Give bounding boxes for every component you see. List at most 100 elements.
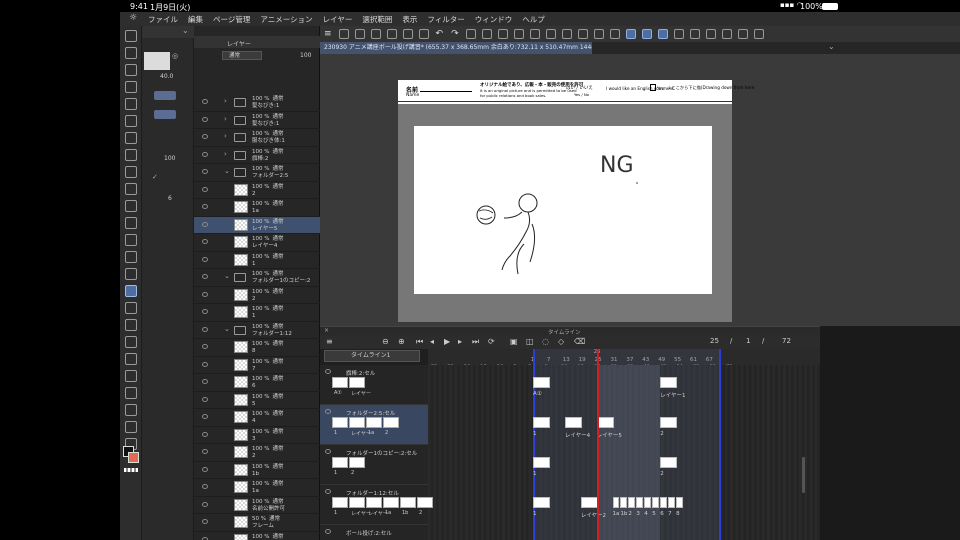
app-logo-icon[interactable]: ☼ [129, 13, 137, 23]
track-cel-thumbnail[interactable] [383, 417, 399, 428]
timeline-cel[interactable] [636, 497, 643, 508]
visibility-eye-icon[interactable] [202, 309, 208, 314]
timeline-cel[interactable] [564, 417, 582, 428]
ruler-icon[interactable] [561, 29, 572, 39]
visibility-eye-icon[interactable] [202, 414, 208, 419]
text-tool-icon[interactable] [124, 404, 137, 416]
pen-tab-icon[interactable] [124, 30, 137, 42]
layer-row[interactable]: 100 % 通常 3 [194, 427, 320, 444]
menu-page[interactable]: ページ管理 [213, 14, 250, 25]
stabilization-toggle[interactable] [154, 110, 176, 119]
ruler-tool-icon[interactable] [124, 387, 137, 399]
airbrush-tool-icon[interactable] [124, 251, 137, 263]
layer-row[interactable]: 100 % 通常 6 [194, 374, 320, 392]
track-cel-thumbnail[interactable] [332, 497, 348, 508]
timeline-cel[interactable] [644, 497, 651, 508]
menu-file[interactable]: ファイル [148, 14, 178, 25]
visibility-eye-icon[interactable] [202, 431, 208, 437]
visibility-eye-icon[interactable] [202, 466, 208, 472]
layer-row[interactable]: 100 % 通常 2 [194, 287, 320, 304]
next-frame-icon[interactable]: ▸ [458, 337, 462, 346]
eraser-tool-icon[interactable] [124, 285, 137, 297]
layer-move-icon[interactable] [124, 115, 137, 127]
folder-expand-icon[interactable]: ⌄ [224, 273, 230, 280]
frame-tool-icon[interactable] [124, 370, 137, 382]
visibility-eye-icon[interactable] [202, 134, 208, 139]
layer-row[interactable]: 100 % 通常 1a [194, 199, 320, 217]
timeline-cel[interactable] [668, 497, 675, 508]
loop-icon[interactable]: ⟳ [488, 337, 495, 346]
track-header[interactable]: フォルダー1のコピー:2:セル 1 2 [320, 445, 428, 485]
first-frame-icon[interactable]: ⏮ [416, 337, 423, 347]
folder-expand-icon[interactable]: › [224, 115, 227, 122]
new-icon[interactable] [338, 29, 349, 39]
timeline-cel[interactable] [628, 497, 635, 508]
layer-row[interactable]: 100 % 通常 5 [194, 392, 320, 409]
symmetry-icon[interactable] [609, 29, 620, 39]
visibility-eye-icon[interactable] [202, 186, 208, 192]
layer-folder-row[interactable]: ⌄ 100 % 通常 フォルダー1:12 [194, 322, 320, 339]
hand-tool-icon[interactable] [124, 64, 137, 76]
redo-icon[interactable]: ↷ [451, 29, 459, 39]
collapse-chevron-icon[interactable]: ⌄ [182, 26, 189, 35]
drawing-frame[interactable]: NG [414, 126, 712, 294]
menu-layer[interactable]: レイヤー [323, 14, 353, 25]
clear-icon[interactable] [481, 29, 492, 39]
track-cel-thumbnail[interactable] [417, 497, 433, 508]
search-icon[interactable] [753, 29, 764, 39]
opacity-value[interactable]: 100 [164, 155, 175, 162]
check-icon[interactable]: ✓ [152, 173, 158, 181]
timeline-cel[interactable] [580, 497, 598, 508]
fill-icon[interactable] [497, 29, 508, 39]
companion-icon[interactable] [721, 29, 732, 39]
timeline-select[interactable]: タイムライン1 [324, 350, 420, 362]
layer-row[interactable]: 100 % 通常 8 [194, 339, 320, 357]
visibility-eye-icon[interactable] [202, 344, 208, 349]
rotate-icon[interactable] [689, 29, 700, 39]
transparent-color-icon[interactable] [124, 468, 138, 472]
last-frame-icon[interactable]: ⏭ [472, 337, 479, 347]
brush-shape-toggle[interactable] [154, 91, 176, 100]
folder-expand-icon[interactable]: › [224, 133, 227, 140]
visibility-eye-icon[interactable] [202, 256, 208, 262]
layer-row[interactable]: 100 % 通常 [194, 532, 320, 540]
layer-folder-row[interactable]: ⌄ 100 % 通常 フォルダー1のコピー:2 [194, 269, 320, 287]
print-icon[interactable] [386, 29, 397, 39]
lasso-tool-icon[interactable] [124, 149, 137, 161]
layer-row[interactable]: 100 % 通常 1 [194, 304, 320, 322]
visibility-eye-icon[interactable] [202, 221, 208, 227]
save-icon[interactable] [370, 29, 381, 39]
layer-folder-row[interactable]: ⌄ 100 % 通常 フォルダー2:5 [194, 164, 320, 182]
track-visibility-eye-icon[interactable] [325, 529, 331, 534]
play-icon[interactable]: ▶ [444, 337, 450, 346]
snap-ruler-icon[interactable] [625, 29, 636, 39]
export-icon[interactable] [402, 29, 413, 39]
menu-edit[interactable]: 編集 [188, 14, 203, 25]
tab-menu-chevron-icon[interactable]: ⌄ [828, 42, 835, 51]
layer-row[interactable]: 100 % 通常 1b [194, 462, 320, 479]
canvas-area[interactable]: 名前 Name オリジナル絵であり、広報・本・販売の使用を許可 It is an… [320, 54, 960, 326]
snap-grid-icon[interactable] [657, 29, 668, 39]
zoom-in-icon[interactable]: ⊕ [398, 337, 405, 346]
track-cel-thumbnail[interactable] [349, 457, 365, 468]
marquee-tool-icon[interactable] [124, 132, 137, 144]
track-cel-thumbnail[interactable] [349, 377, 365, 388]
track-header[interactable]: フォルダー1:12:セル 1 レイヤー レイヤー 1a 1b 2 [320, 485, 433, 525]
brush-size-value[interactable]: 40.0 [160, 73, 173, 80]
timeline-scrollbar[interactable] [802, 457, 805, 493]
document-tab[interactable]: 230930 アニメ講座ボール投げ講習* (655.37 x 368.65mm … [320, 42, 592, 54]
transform-icon[interactable] [513, 29, 524, 39]
aa-value[interactable]: 6 [168, 195, 172, 202]
visibility-eye-icon[interactable] [202, 116, 208, 122]
visibility-eye-icon[interactable] [202, 169, 208, 174]
layer-folder-row[interactable]: › 100 % 通常 服なびき体:1 [194, 129, 320, 147]
prev-frame-icon[interactable]: ◂ [430, 337, 434, 346]
sub-color-swatch[interactable] [128, 452, 139, 463]
pencil-tool-icon[interactable] [124, 217, 137, 229]
visibility-eye-icon[interactable] [202, 379, 208, 384]
timeline-cel[interactable] [660, 417, 678, 428]
track-cel-thumbnail[interactable] [366, 497, 382, 508]
layer-folder-row[interactable]: › 100 % 通常 髪なびき:1 [194, 112, 320, 129]
visibility-eye-icon[interactable] [202, 536, 208, 540]
visibility-eye-icon[interactable] [202, 449, 208, 454]
